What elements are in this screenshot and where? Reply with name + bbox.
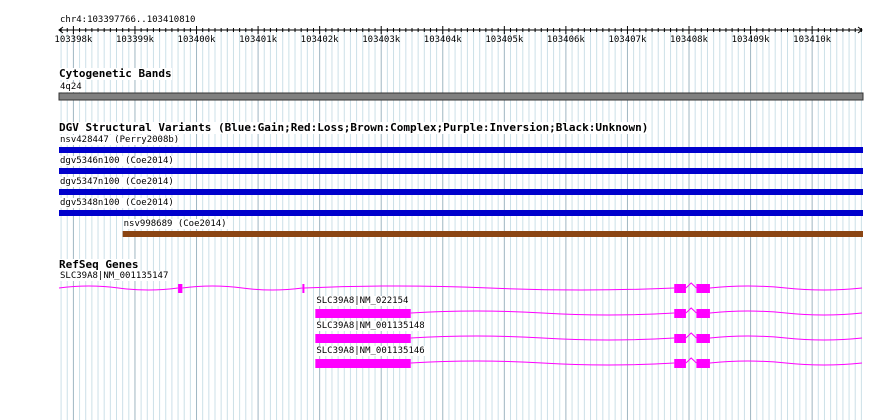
gene-label[interactable]: SLC39A8|NM_001135146 xyxy=(315,346,426,356)
ruler-tick-label: 103398k xyxy=(54,35,93,45)
gene-exon xyxy=(696,284,710,293)
ruler-tick-label: 103409k xyxy=(731,35,770,45)
dgv-variant-label[interactable]: dgv5347n100 (Coe2014) xyxy=(59,177,175,187)
gene-exon xyxy=(315,309,411,318)
refseq-track-title: RefSeq Genes xyxy=(59,258,139,271)
ruler-tick-label: 103403k xyxy=(362,35,401,45)
gene-intron-line xyxy=(410,335,675,341)
gene-exon xyxy=(696,309,710,318)
gene-intron-line xyxy=(58,285,179,291)
cytoband-track-title: Cytogenetic Bands xyxy=(59,67,172,80)
ruler-tick-label: 103404k xyxy=(423,35,462,45)
gene-label[interactable]: SLC39A8|NM_001135148 xyxy=(315,321,426,331)
ruler-tick-label: 103402k xyxy=(300,35,339,45)
gene-intron-line xyxy=(304,285,675,291)
gene-exon xyxy=(674,284,686,293)
ruler-tick-label: 103407k xyxy=(608,35,647,45)
dgv-variant-label[interactable]: dgv5346n100 (Coe2014) xyxy=(59,156,175,166)
dgv-variant-label[interactable]: nsv428447 (Perry2008b) xyxy=(59,135,181,145)
ruler-tick-label: 103401k xyxy=(239,35,278,45)
dgv-variant-bar xyxy=(59,210,863,216)
gene-intron-line xyxy=(410,360,675,366)
dgv-variant-bar xyxy=(122,231,864,237)
gene-label[interactable]: SLC39A8|NM_022154 xyxy=(315,296,410,306)
gene-exon xyxy=(315,359,411,368)
background-grid xyxy=(58,26,864,420)
ruler-tick-label: 103406k xyxy=(546,35,585,45)
cytoband-bar xyxy=(58,92,864,101)
gene-intron-line xyxy=(410,310,675,316)
gene-exon xyxy=(674,309,686,318)
gene-exon xyxy=(178,284,183,293)
ruler-tick-label: 103410k xyxy=(793,35,832,45)
dgv-variant-label[interactable]: nsv998689 (Coe2014) xyxy=(122,219,228,229)
gene-intron-line xyxy=(709,285,863,291)
cytoband-label: 4q24 xyxy=(59,82,83,92)
gene-intron-line xyxy=(182,285,303,291)
gene-exon xyxy=(674,334,686,343)
dgv-variant-bar xyxy=(59,168,863,174)
ruler-tick-label: 103405k xyxy=(485,35,524,45)
ruler-tick-label: 103400k xyxy=(177,35,216,45)
gene-intron-line xyxy=(709,335,863,341)
gene-exon xyxy=(696,359,710,368)
dgv-variant-bar xyxy=(59,147,863,153)
genome-browser-view: chr4:103397766..103410810 103398k 103399k… xyxy=(0,0,890,420)
dgv-track-title: DGV Structural Variants (Blue:Gain;Red:L… xyxy=(59,121,649,134)
ruler-tick-label: 103399k xyxy=(115,35,154,45)
gene-exon xyxy=(302,284,305,293)
dgv-variant-bar xyxy=(59,189,863,195)
gene-exon xyxy=(315,334,411,343)
gene-intron-line xyxy=(709,310,863,316)
gene-exon xyxy=(674,359,686,368)
ruler-tick-label: 103408k xyxy=(670,35,708,45)
gene-exon xyxy=(696,334,710,343)
gene-intron-line xyxy=(709,360,863,366)
region-label: chr4:103397766..103410810 xyxy=(59,15,197,25)
gene-label[interactable]: SLC39A8|NM_001135147 xyxy=(59,271,170,281)
dgv-variant-label[interactable]: dgv5348n100 (Coe2014) xyxy=(59,198,175,208)
